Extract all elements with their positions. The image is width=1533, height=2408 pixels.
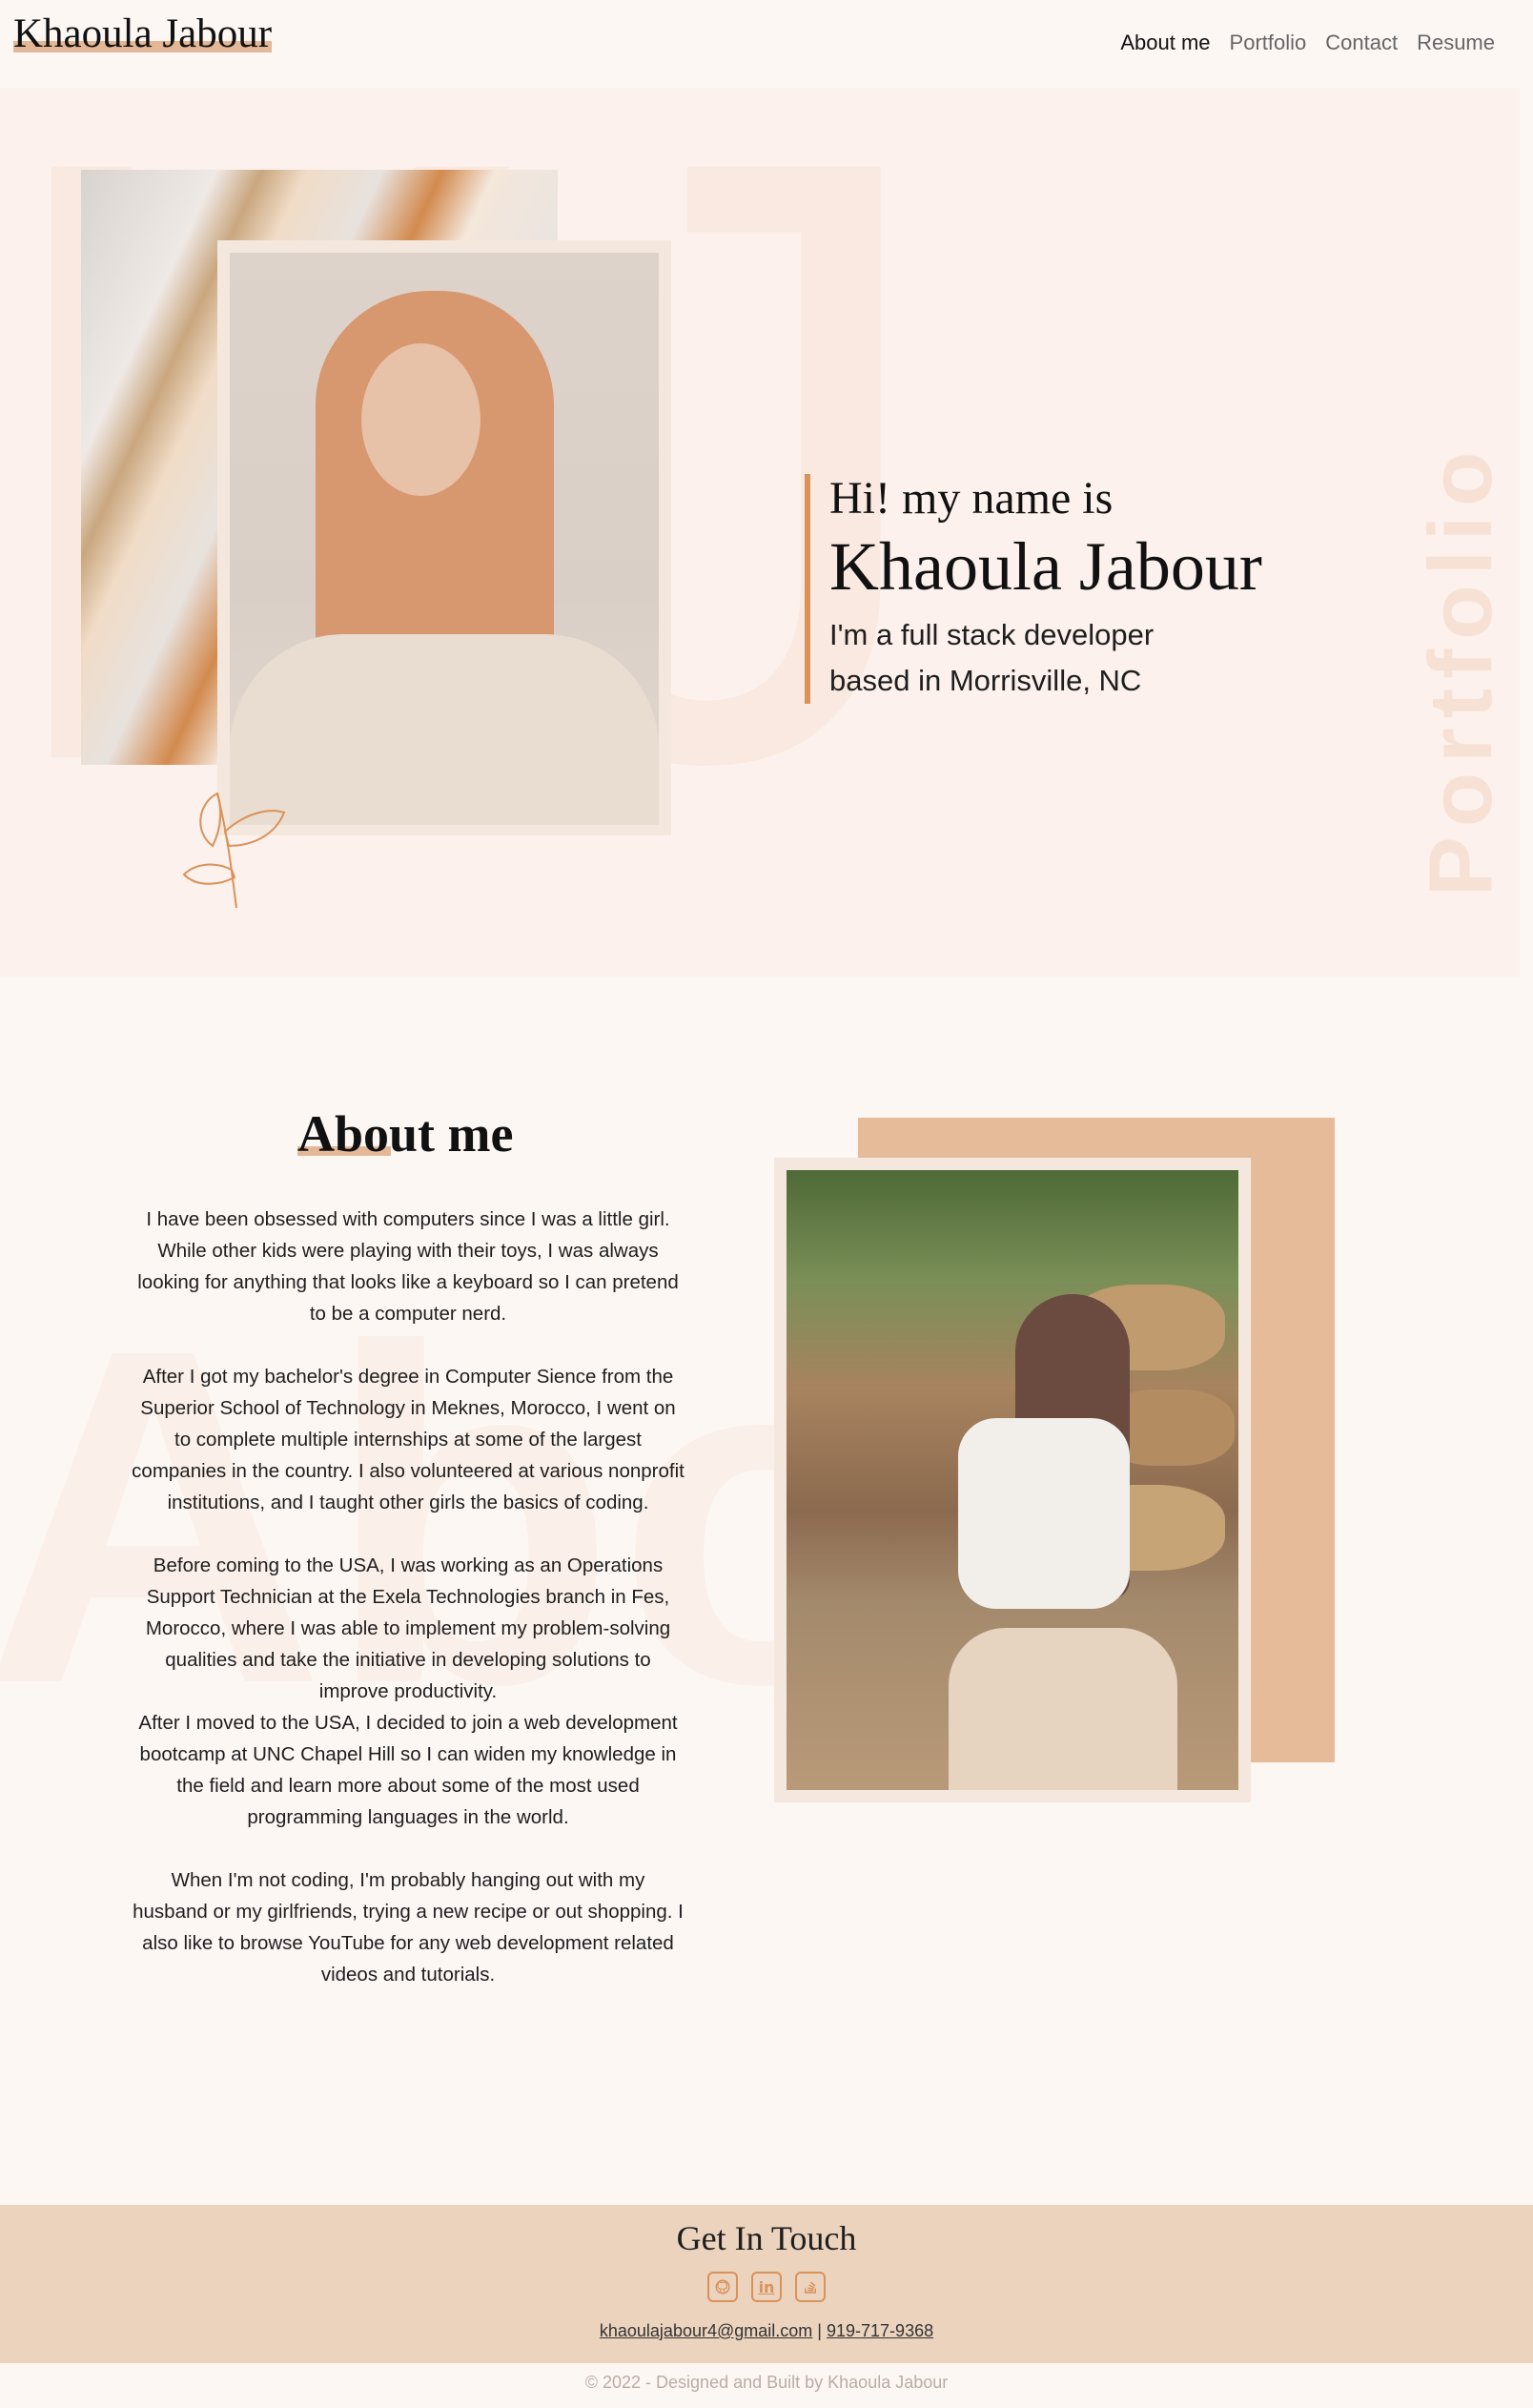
email-link[interactable]: khaoulajabour4@gmail.com bbox=[600, 2321, 812, 2340]
logo-text[interactable]: Khaoula Jabour bbox=[13, 11, 272, 56]
site-footer: Get In Touch in khaoulajabour4@gmail.com… bbox=[0, 2205, 1533, 2363]
profile-photo bbox=[230, 253, 659, 825]
hero-name: Khaoula Jabour bbox=[829, 527, 1262, 605]
about-text: I have been obsessed with computers sinc… bbox=[132, 1204, 685, 2022]
site-header: Khaoula Jabour About me Portfolio Contac… bbox=[0, 0, 1533, 88]
hero-section: KJ Hi! my name is Khaoula Jabour I'm a f… bbox=[0, 88, 1520, 977]
about-paragraph-4: After I moved to the USA, I decided to j… bbox=[138, 1712, 678, 1828]
vertical-portfolio-text: Portfolio bbox=[1410, 442, 1510, 896]
linkedin-icon[interactable]: in bbox=[751, 2272, 782, 2302]
site-logo[interactable]: Khaoula Jabour bbox=[13, 11, 273, 56]
copyright-text: © 2022 - Designed and Built by Khaoula J… bbox=[584, 2373, 949, 2392]
about-paragraph-3: Before coming to the USA, I was working … bbox=[145, 1554, 671, 1702]
stackoverflow-icon[interactable] bbox=[795, 2272, 826, 2302]
contact-separator: | bbox=[817, 2321, 822, 2340]
footer-title: Get In Touch bbox=[676, 2219, 857, 2257]
leaf-decoration-icon bbox=[182, 792, 286, 908]
nav-resume[interactable]: Resume bbox=[1417, 31, 1495, 55]
social-icons: in bbox=[0, 2272, 1533, 2302]
hero-intro: Hi! my name is Khaoula Jabour I'm a full… bbox=[805, 473, 1262, 704]
github-icon[interactable] bbox=[707, 2272, 738, 2302]
hero-role-line-2: based in Morrisville, NC bbox=[829, 663, 1142, 697]
hero-role: I'm a full stack developer based in Morr… bbox=[829, 612, 1230, 704]
hero-role-line-1: I'm a full stack developer bbox=[829, 617, 1155, 651]
about-title: About me bbox=[297, 1104, 514, 1163]
about-paragraph-1: I have been obsessed with computers sinc… bbox=[137, 1208, 679, 1325]
about-title-text: About me bbox=[297, 1105, 514, 1163]
about-photo bbox=[787, 1170, 1238, 1790]
nav-contact[interactable]: Contact bbox=[1325, 31, 1398, 55]
nav-portfolio[interactable]: Portfolio bbox=[1230, 31, 1307, 55]
hero-greeting: Hi! my name is bbox=[829, 473, 1114, 524]
contact-line: khaoulajabour4@gmail.com | 919-717-9368 bbox=[0, 2321, 1533, 2341]
nav-about-me[interactable]: About me bbox=[1120, 31, 1210, 55]
about-paragraph-2: After I got my bachelor's degree in Comp… bbox=[132, 1366, 685, 1513]
main-nav: About me Portfolio Contact Resume bbox=[1120, 31, 1495, 55]
about-paragraph-5: When I'm not coding, I'm probably hangin… bbox=[133, 1869, 684, 1986]
phone-link[interactable]: 919-717-9368 bbox=[827, 2321, 933, 2340]
